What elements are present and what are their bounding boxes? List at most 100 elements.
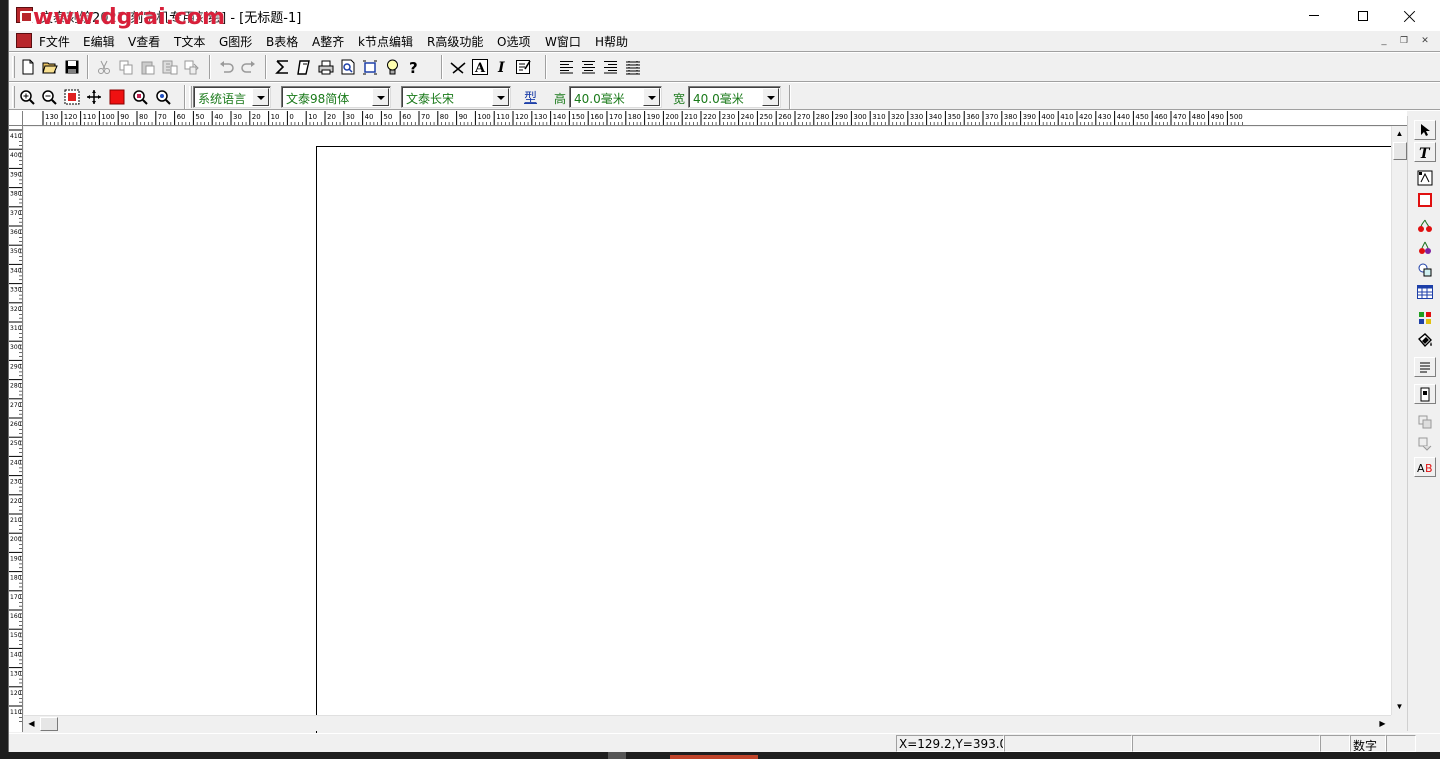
table-tool-button[interactable] [1414,282,1436,302]
menu-align[interactable]: A整齐 [312,33,344,50]
italic-button[interactable]: I [491,56,513,78]
redo-button[interactable] [237,56,259,78]
menu-help[interactable]: H帮助 [595,33,628,50]
mdi-close-icon[interactable]: ✕ [1418,35,1432,47]
text-box-button[interactable]: A [469,56,491,78]
undo-button[interactable] [215,56,237,78]
menu-node-edit[interactable]: k节点编辑 [358,33,413,50]
open-file-button[interactable] [39,56,61,78]
text-tool-button[interactable]: T [1414,142,1436,162]
language-select[interactable]: 系统语言 [193,86,271,108]
scroll-down-icon[interactable]: ▼ [1392,699,1407,714]
ruler-label: 130 [10,671,22,678]
scroll-right-icon[interactable]: ▶ [1375,716,1390,731]
horizontal-ruler[interactable]: 130 120 110 100 90 80 70 60 50 40 30 20 10 0 10 20 30 40 5… [23,111,1407,126]
chevron-down-icon[interactable] [762,88,779,106]
app-icon[interactable] [16,7,33,23]
duplicate-gray-icon [1418,415,1432,429]
ruler-label: 400 [1041,113,1054,121]
chevron-down-icon[interactable] [643,88,660,106]
align-center-button[interactable] [577,56,599,78]
menu-edit[interactable]: E编辑 [83,33,115,50]
width-input[interactable]: 40.0毫米 [688,86,781,108]
edit-text-button[interactable] [513,56,535,78]
menu-table[interactable]: B表格 [266,33,298,50]
vertical-scrollbar[interactable]: ▲ ▼ [1391,126,1407,715]
zoom-selection-button[interactable] [129,86,151,108]
zoom-out-button[interactable] [38,86,60,108]
vertical-scroll-thumb[interactable] [1393,142,1407,160]
menu-advanced[interactable]: R高级功能 [427,33,483,50]
zoom-page-button[interactable] [61,86,83,108]
menu-options[interactable]: O选项 [497,33,530,50]
clone-button[interactable] [181,56,203,78]
chinese-font-select[interactable]: 文泰98简体 [281,86,391,108]
layer-button[interactable] [1414,384,1436,404]
duplicate-button[interactable] [1414,412,1436,432]
ruler-label: 160 [590,113,603,121]
type-style-button[interactable]: 型 [524,87,537,106]
horizontal-scrollbar[interactable]: ◀ ▶ [24,715,1391,731]
drawing-canvas[interactable] [24,127,1416,746]
mirror-button[interactable] [1414,434,1436,454]
vertical-ruler[interactable]: 410 400 390 380 370 360 350 340 330 320 310 300 290 2… [9,126,23,732]
shape-tool-button[interactable] [1414,216,1436,236]
copy-button[interactable] [115,56,137,78]
print-button[interactable] [315,56,337,78]
paste-button[interactable] [137,56,159,78]
text-replace-button[interactable]: AB [1414,457,1436,477]
height-input[interactable]: 40.0毫米 [569,86,662,108]
image-tool-button[interactable] [1414,260,1436,280]
print-preview-button[interactable] [337,56,359,78]
align-right-button[interactable] [599,56,621,78]
cut-button[interactable] [93,56,115,78]
ruler-label: 140 [10,651,22,658]
pan-button[interactable] [83,86,105,108]
ruler-label: 360 [966,113,979,121]
menu-text[interactable]: T文本 [174,33,205,50]
mdi-minimize-icon[interactable]: _ [1377,35,1391,47]
color-button[interactable] [106,86,128,108]
close-button[interactable] [1387,0,1433,31]
zoom-in-button[interactable] [16,86,38,108]
help-button[interactable]: ? [403,56,425,78]
chevron-down-icon[interactable] [372,88,389,106]
menu-view[interactable]: V查看 [128,33,160,50]
output-button[interactable] [271,56,293,78]
symbol-tool-button[interactable] [1414,238,1436,258]
scroll-up-icon[interactable]: ▲ [1392,126,1407,141]
save-button[interactable] [61,56,83,78]
color-palette-button[interactable] [1414,308,1436,328]
node-edit-tool-button[interactable] [1414,168,1436,188]
page-setup-button[interactable] [293,56,315,78]
select-tool-button[interactable] [1414,120,1436,140]
width-value: 40.0毫米 [693,92,744,106]
menu-file[interactable]: F文件 [39,33,70,50]
scroll-left-icon[interactable]: ◀ [24,716,39,731]
text-format-button[interactable] [1414,357,1436,377]
ruler-label: 120 [515,113,528,121]
english-font-select[interactable]: 文泰长宋 [401,86,511,108]
maximize-button[interactable] [1340,0,1386,31]
zoom-all-button[interactable] [152,86,174,108]
mdi-restore-icon[interactable]: ❐ [1397,35,1411,47]
fill-tool-button[interactable] [1414,330,1436,350]
ruler-label: 80 [440,113,449,121]
document-icon[interactable] [16,33,32,48]
align-left-button[interactable] [555,56,577,78]
tip-button[interactable] [381,56,403,78]
horizontal-scroll-thumb[interactable] [40,717,58,731]
chevron-down-icon[interactable] [492,88,509,106]
toolbar-grip[interactable] [12,56,15,78]
menu-window[interactable]: W窗口 [545,33,581,50]
rectangle-tool-button[interactable] [1414,190,1436,210]
paste-special-button[interactable] [159,56,181,78]
justify-button[interactable] [622,56,644,78]
minimize-button[interactable] [1291,0,1337,31]
toolbar-grip[interactable] [12,86,15,108]
new-file-button[interactable] [17,56,39,78]
menu-graphics[interactable]: G图形 [219,33,252,50]
frame-button[interactable] [359,56,381,78]
arc-text-button[interactable] [447,56,469,78]
chevron-down-icon[interactable] [252,88,269,106]
